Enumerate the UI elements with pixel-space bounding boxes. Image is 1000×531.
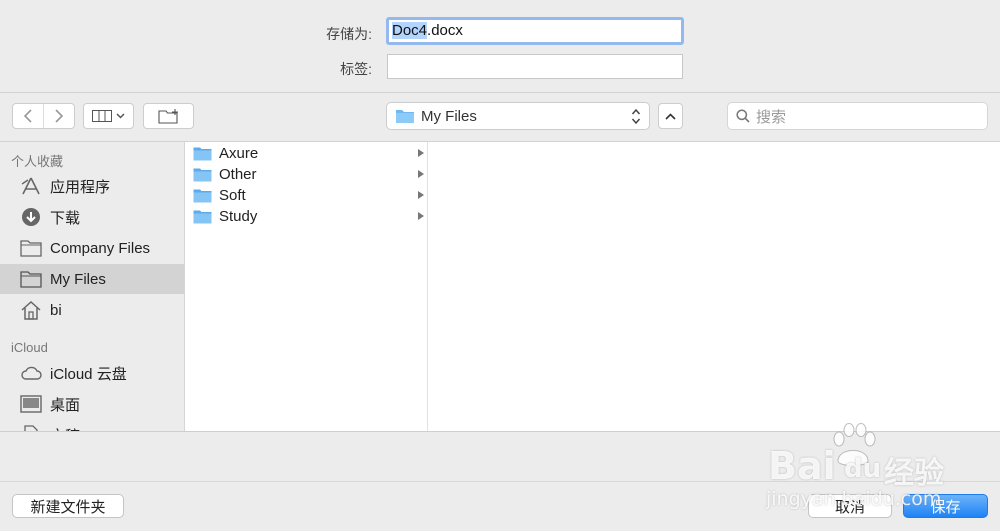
chevron-left-icon: [23, 109, 32, 123]
documents-icon: [20, 424, 42, 431]
sidebar-item-applications[interactable]: 应用程序: [0, 171, 184, 201]
disclosure-arrow-icon: [418, 170, 424, 178]
browser-column-1: Axure Other Soft Study: [185, 142, 428, 431]
icloud-section-title: iCloud: [11, 340, 48, 355]
folder-row-soft[interactable]: Soft: [185, 185, 427, 206]
sidebar-item-home[interactable]: bi: [0, 295, 184, 325]
tags-label: 标签:: [340, 61, 372, 77]
cloud-icon: [20, 362, 42, 384]
watermark-brand-du: du: [844, 454, 882, 484]
folder-icon: [20, 237, 42, 259]
applications-icon: [20, 175, 42, 197]
divider: [0, 92, 1000, 93]
tags-input[interactable]: [387, 54, 683, 79]
folder-row-other[interactable]: Other: [185, 164, 427, 185]
folder-row-axure[interactable]: Axure: [185, 143, 427, 164]
location-popup[interactable]: My Files: [386, 102, 650, 130]
sidebar-item-label: 应用程序: [50, 178, 111, 196]
sidebar-item-label: 桌面: [50, 396, 81, 414]
folder-icon: [193, 168, 212, 182]
chevron-right-icon: [55, 109, 63, 123]
columns-view-icon: [92, 110, 112, 122]
view-mode-button[interactable]: [83, 103, 134, 129]
folder-name: Other: [219, 166, 257, 183]
filename-extension-text: .docx: [427, 22, 463, 39]
search-field[interactable]: 搜索: [727, 102, 988, 130]
new-folder-toolbar-button[interactable]: [143, 103, 194, 129]
sidebar: 个人收藏 应用程序 下载 Company Files My Files bi i…: [0, 142, 185, 431]
disclosure-arrow-icon: [418, 191, 424, 199]
search-placeholder: 搜索: [756, 108, 787, 126]
back-button[interactable]: [13, 104, 44, 128]
folder-icon: [193, 210, 212, 224]
sidebar-item-label: Company Files: [50, 239, 151, 257]
sidebar-item-downloads[interactable]: 下载: [0, 202, 184, 232]
sidebar-item-label: iCloud 云盘: [50, 365, 127, 383]
filename-input[interactable]: Doc4.docx: [386, 17, 684, 45]
folder-name: Soft: [219, 187, 246, 204]
updown-arrows-icon: [631, 108, 641, 125]
favorites-section-title: 个人收藏: [11, 154, 64, 169]
expand-collapse-button[interactable]: [658, 103, 683, 129]
desktop-icon: [20, 393, 42, 415]
home-icon: [20, 299, 42, 321]
new-folder-button[interactable]: 新建文件夹: [12, 494, 124, 518]
folder-icon: [193, 147, 212, 161]
watermark-url: jingyan.baidu.com: [766, 488, 942, 510]
sidebar-item-desktop[interactable]: 桌面: [0, 389, 184, 419]
folder-row-study[interactable]: Study: [185, 206, 427, 227]
folder-name: Study: [219, 208, 258, 225]
folder-icon: [396, 110, 414, 123]
filename-selected-text: Doc4: [392, 22, 428, 39]
watermark-brand-latin: Bai: [768, 444, 836, 488]
sidebar-item-icloud-drive[interactable]: iCloud 云盘: [0, 358, 184, 388]
new-folder-icon: [157, 109, 178, 124]
disclosure-arrow-icon: [418, 212, 424, 220]
search-icon: [736, 109, 750, 123]
disclosure-arrow-icon: [418, 149, 424, 157]
watermark-brand-cn: 经验: [884, 456, 944, 491]
folder-icon: [20, 268, 42, 290]
forward-button[interactable]: [44, 104, 74, 128]
sidebar-item-label: bi: [50, 301, 62, 319]
chevron-up-icon: [665, 112, 676, 120]
save-as-label: 存储为:: [326, 26, 372, 42]
sidebar-item-label: My Files: [50, 270, 106, 288]
location-label: My Files: [421, 107, 477, 125]
sidebar-item-company-files[interactable]: Company Files: [0, 233, 184, 263]
downloads-icon: [20, 206, 42, 228]
baidu-watermark: Bai du 经验 jingyan.baidu.com: [760, 420, 990, 520]
sidebar-item-documents[interactable]: 文稿: [0, 420, 184, 431]
sidebar-item-my-files[interactable]: My Files: [0, 264, 184, 294]
back-forward-group: [12, 103, 75, 129]
folder-icon: [193, 189, 212, 203]
chevron-down-icon: [116, 113, 125, 119]
sidebar-item-label: 下载: [50, 209, 81, 227]
folder-name: Axure: [219, 145, 259, 162]
browser-column-2: [428, 142, 1000, 431]
